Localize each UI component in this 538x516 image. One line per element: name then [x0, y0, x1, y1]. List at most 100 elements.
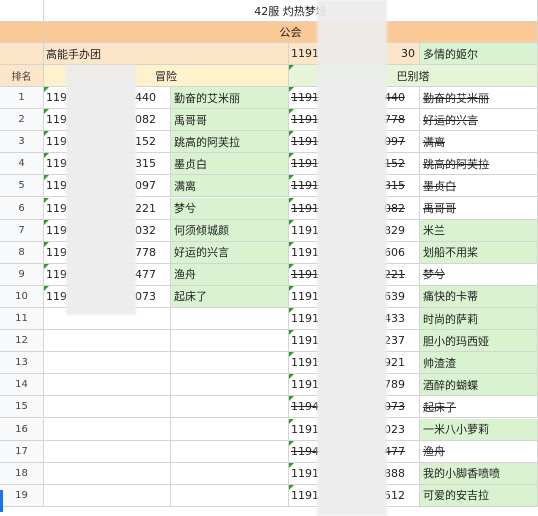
- right-id[interactable]: 1191 023: [289, 418, 420, 441]
- right-id[interactable]: 1191 606: [289, 241, 420, 264]
- right-id[interactable]: 1191 152: [289, 153, 420, 176]
- left-id[interactable]: [44, 440, 171, 463]
- left-name[interactable]: 起床了: [171, 285, 289, 308]
- right-id[interactable]: 1191 888: [289, 462, 420, 485]
- right-name[interactable]: 可爱的安吉拉: [420, 484, 538, 507]
- row-rank[interactable]: 7: [0, 219, 44, 242]
- right-name[interactable]: 帅渣渣: [420, 352, 538, 375]
- left-name[interactable]: 跳高的阿芙拉: [171, 131, 289, 154]
- column-right-header[interactable]: 巴别塔: [289, 65, 538, 87]
- right-name[interactable]: 跳高的阿芙拉: [420, 153, 538, 176]
- right-id[interactable]: 1191 829: [289, 219, 420, 242]
- left-id[interactable]: [44, 396, 171, 419]
- right-name[interactable]: 墨贞白: [420, 175, 538, 198]
- left-id[interactable]: [44, 352, 171, 375]
- right-id[interactable]: 1191 315: [289, 175, 420, 198]
- row-rank[interactable]: 9: [0, 263, 44, 286]
- right-id[interactable]: 1191 433: [289, 308, 420, 331]
- right-name[interactable]: 划船不用桨: [420, 241, 538, 264]
- right-name[interactable]: 起床子: [420, 396, 538, 419]
- left-id[interactable]: [44, 308, 171, 331]
- left-name[interactable]: [171, 308, 289, 331]
- left-name[interactable]: 梦兮: [171, 197, 289, 220]
- right-id[interactable]: 1191 921: [289, 352, 420, 375]
- column-rank-header[interactable]: 排名: [0, 65, 44, 87]
- left-name[interactable]: [171, 418, 289, 441]
- left-id[interactable]: [44, 330, 171, 353]
- right-name[interactable]: 禹哥哥: [420, 197, 538, 220]
- row-rank[interactable]: 13: [0, 352, 44, 375]
- left-name[interactable]: 禹哥哥: [171, 109, 289, 132]
- right-id[interactable]: 1191 789: [289, 374, 420, 397]
- right-name[interactable]: 满离: [420, 131, 538, 154]
- guild-left-name[interactable]: 高能手办团: [44, 43, 289, 65]
- right-id[interactable]: 1191 097: [289, 131, 420, 154]
- row-rank[interactable]: 17: [0, 440, 44, 463]
- left-name[interactable]: [171, 352, 289, 375]
- left-id[interactable]: 119 152: [44, 131, 171, 154]
- left-id[interactable]: 119 032: [44, 219, 171, 242]
- left-id[interactable]: 119 477: [44, 263, 171, 286]
- row-rank[interactable]: 8: [0, 241, 44, 264]
- right-name[interactable]: 好运的兴言: [420, 109, 538, 132]
- right-name[interactable]: 梦兮: [420, 263, 538, 286]
- row-rank[interactable]: 12: [0, 330, 44, 353]
- right-id[interactable]: 1191 221: [289, 263, 420, 286]
- left-id[interactable]: 119 778: [44, 241, 171, 264]
- left-name[interactable]: 渔舟: [171, 263, 289, 286]
- guild-right-id[interactable]: 1191 30: [289, 43, 420, 65]
- right-id[interactable]: 1191 639: [289, 285, 420, 308]
- left-name[interactable]: [171, 396, 289, 419]
- guild-header[interactable]: 公会: [44, 22, 538, 43]
- left-name[interactable]: 好运的兴言: [171, 241, 289, 264]
- left-name[interactable]: [171, 462, 289, 485]
- right-name[interactable]: 痛快的卡蒂: [420, 285, 538, 308]
- left-id[interactable]: [44, 484, 171, 507]
- row-rank[interactable]: 14: [0, 374, 44, 397]
- row-rank[interactable]: 2: [0, 109, 44, 132]
- row-rank[interactable]: 1: [0, 87, 44, 110]
- row-rank[interactable]: 3: [0, 131, 44, 154]
- left-name[interactable]: 勤奋的艾米丽: [171, 87, 289, 110]
- row-rank[interactable]: 4: [0, 153, 44, 176]
- right-id[interactable]: 1191 237: [289, 330, 420, 353]
- row-rank[interactable]: 15: [0, 396, 44, 419]
- left-name[interactable]: 墨贞白: [171, 153, 289, 176]
- left-name[interactable]: [171, 484, 289, 507]
- right-id[interactable]: 1191 440: [289, 87, 420, 110]
- row-rank[interactable]: 16: [0, 418, 44, 441]
- right-name[interactable]: 米兰: [420, 219, 538, 242]
- right-id[interactable]: 1194 477: [289, 440, 420, 463]
- right-id[interactable]: 1191 082: [289, 197, 420, 220]
- right-name[interactable]: 胆小的玛西娅: [420, 330, 538, 353]
- left-id[interactable]: [44, 418, 171, 441]
- rank-header-blank[interactable]: [0, 22, 44, 43]
- right-name[interactable]: 勤奋的艾米丽: [420, 87, 538, 110]
- column-left-header[interactable]: 冒险: [44, 65, 289, 87]
- left-id[interactable]: 119 440: [44, 87, 171, 110]
- left-id[interactable]: [44, 374, 171, 397]
- row-rank[interactable]: 10: [0, 285, 44, 308]
- left-name[interactable]: [171, 330, 289, 353]
- corner-cell[interactable]: [0, 0, 44, 22]
- left-name[interactable]: 满离: [171, 175, 289, 198]
- row-rank[interactable]: 6: [0, 197, 44, 220]
- left-id[interactable]: 119 082: [44, 109, 171, 132]
- right-name[interactable]: 我的小脚香喷喷: [420, 462, 538, 485]
- row-rank[interactable]: 11: [0, 308, 44, 331]
- row-rank[interactable]: 5: [0, 175, 44, 198]
- right-id[interactable]: 1191 778: [289, 109, 420, 132]
- right-id[interactable]: 1191 512: [289, 484, 420, 507]
- right-name[interactable]: 酒醉的蝴蝶: [420, 374, 538, 397]
- left-id[interactable]: 119 097: [44, 175, 171, 198]
- row-rank[interactable]: 18: [0, 462, 44, 485]
- rank-cell-blank[interactable]: [0, 43, 44, 65]
- left-name[interactable]: [171, 440, 289, 463]
- right-name[interactable]: 渔舟: [420, 440, 538, 463]
- right-name[interactable]: 一米八小萝莉: [420, 418, 538, 441]
- left-id[interactable]: 119 221: [44, 197, 171, 220]
- left-id[interactable]: 119 315: [44, 153, 171, 176]
- sheet-title[interactable]: 42服 灼热梦境: [44, 0, 538, 22]
- left-name[interactable]: 何须倾城颜: [171, 219, 289, 242]
- right-name[interactable]: 时尚的萨莉: [420, 308, 538, 331]
